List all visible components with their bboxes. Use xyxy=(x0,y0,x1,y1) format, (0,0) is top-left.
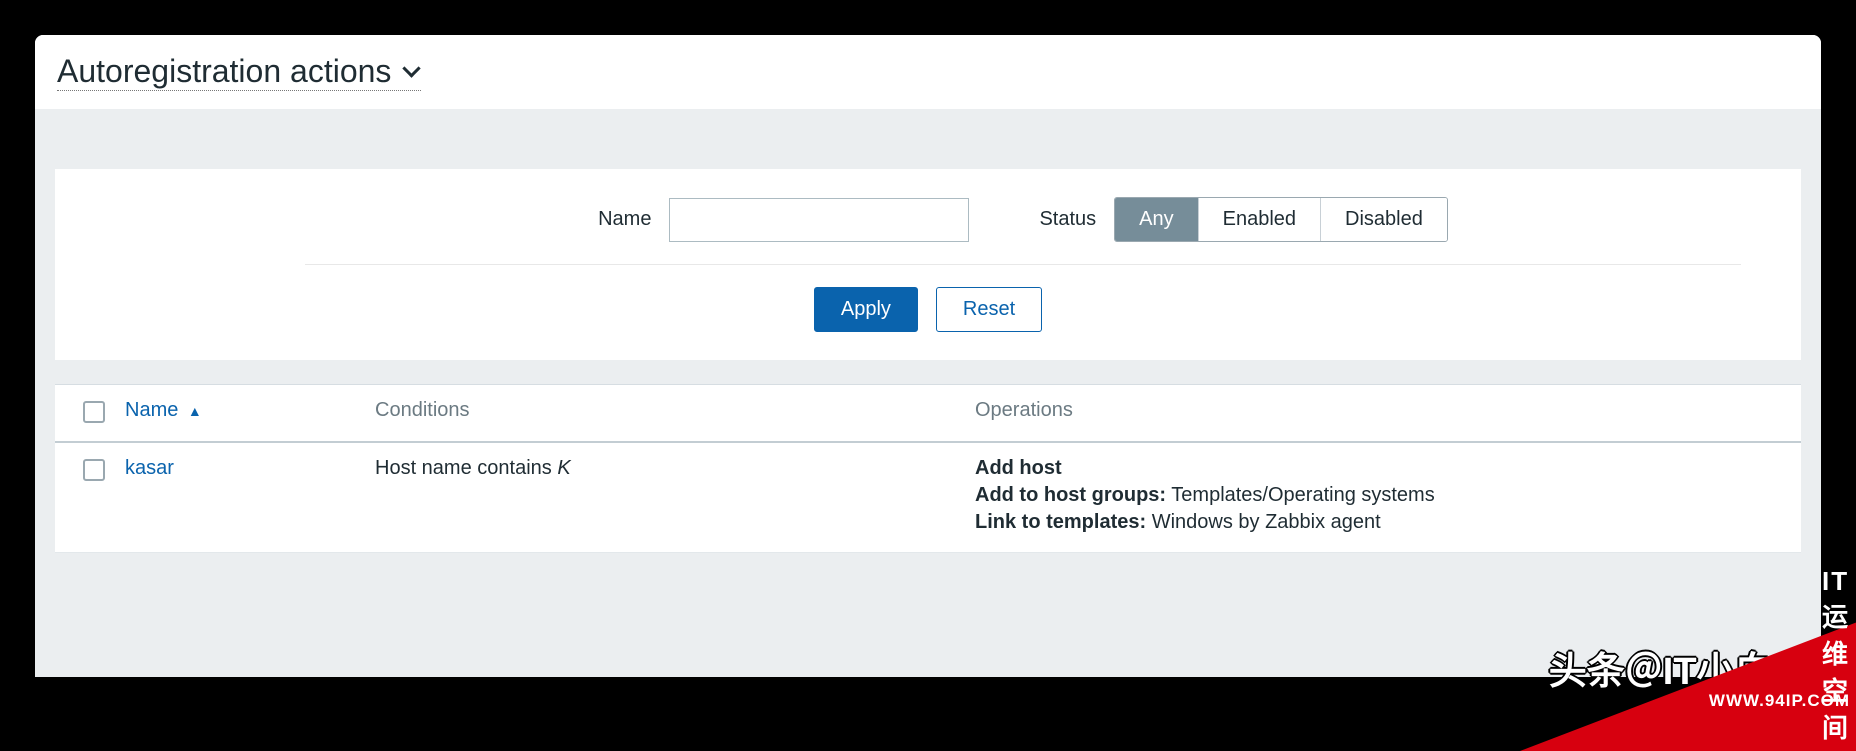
operation-line: Add to host groups: Templates/Operating … xyxy=(975,484,1791,507)
filter-status-group: Status Any Enabled Disabled xyxy=(1039,197,1447,242)
row-checkbox-cell xyxy=(55,442,115,553)
operation-label: Add host xyxy=(975,457,1062,479)
action-name-link[interactable]: kasar xyxy=(125,457,174,479)
select-all-checkbox[interactable] xyxy=(83,401,105,423)
actions-table: Name ▲ Conditions Operations kasar xyxy=(55,384,1801,553)
condition-value: K xyxy=(557,457,570,479)
col-header-conditions: Conditions xyxy=(365,385,965,443)
sort-asc-icon: ▲ xyxy=(188,403,202,419)
operation-value: Templates/Operating systems xyxy=(1171,484,1434,506)
filter-actions: Apply Reset xyxy=(55,287,1801,332)
filter-panel: Name Status Any Enabled Disabled Apply R… xyxy=(55,169,1801,360)
status-segmented-control: Any Enabled Disabled xyxy=(1114,197,1448,242)
filter-name-input[interactable] xyxy=(669,198,969,242)
page-title-dropdown[interactable]: Autoregistration actions xyxy=(57,53,421,91)
col-header-operations: Operations xyxy=(965,385,1801,443)
status-option-disabled[interactable]: Disabled xyxy=(1321,198,1447,241)
col-header-name-label: Name xyxy=(125,399,178,421)
filter-status-label: Status xyxy=(1039,208,1096,231)
filter-name-label: Name xyxy=(598,208,651,231)
operation-label: Add to host groups: xyxy=(975,484,1166,506)
page-frame: Autoregistration actions Name Status Any… xyxy=(35,35,1821,677)
filter-row: Name Status Any Enabled Disabled xyxy=(305,197,1741,265)
page-header: Autoregistration actions xyxy=(35,35,1821,109)
row-conditions-cell: Host name contains K xyxy=(365,442,965,553)
actions-table-wrap: Name ▲ Conditions Operations kasar xyxy=(55,384,1801,553)
table-row: kasar Host name contains K Add host Add … xyxy=(55,442,1801,553)
operation-value: Windows by Zabbix agent xyxy=(1152,511,1381,533)
apply-button[interactable]: Apply xyxy=(814,287,918,332)
page-title: Autoregistration actions xyxy=(57,53,391,90)
reset-button[interactable]: Reset xyxy=(936,287,1042,332)
col-header-name[interactable]: Name ▲ xyxy=(115,385,365,443)
row-checkbox[interactable] xyxy=(83,459,105,481)
chevron-down-icon xyxy=(405,62,421,78)
watermark-url: WWW.94IP.COM xyxy=(1709,691,1850,711)
filter-name-group: Name xyxy=(598,198,969,242)
condition-prefix: Host name contains xyxy=(375,457,557,479)
operation-line: Link to templates: Windows by Zabbix age… xyxy=(975,511,1791,534)
operation-line: Add host xyxy=(975,457,1791,480)
status-option-enabled[interactable]: Enabled xyxy=(1199,198,1321,241)
operation-label: Link to templates: xyxy=(975,511,1146,533)
status-option-any[interactable]: Any xyxy=(1115,198,1198,241)
table-header-row: Name ▲ Conditions Operations xyxy=(55,385,1801,443)
col-header-checkbox xyxy=(55,385,115,443)
row-name-cell: kasar xyxy=(115,442,365,553)
row-operations-cell: Add host Add to host groups: Templates/O… xyxy=(965,442,1801,553)
watermark-brand: IT运维空间 xyxy=(1822,566,1850,745)
